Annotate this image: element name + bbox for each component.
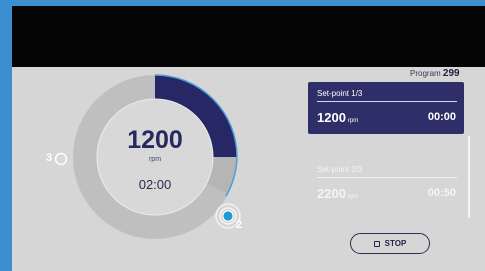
setpoint-card-2[interactable]: Set-point 2/3 2200 rpm 00:50 bbox=[308, 158, 464, 210]
app-screen: Program 299 1200 rpm 02:00 3 2 Set-point… bbox=[12, 6, 485, 271]
setpoint-2-speed-value: 2200 bbox=[317, 186, 346, 201]
setpoint-1-time: 00:00 bbox=[427, 111, 456, 123]
marker-3-label: 3 bbox=[46, 152, 53, 164]
setpoint-2-title: Set-point 2/3 bbox=[317, 165, 363, 174]
marker-2-active-icon[interactable] bbox=[222, 210, 234, 222]
setpoint-2-speed-unit: rpm bbox=[347, 194, 359, 200]
setpoint-2-divider bbox=[317, 177, 457, 178]
setpoint-1-speed: 1200 rpm bbox=[317, 110, 358, 125]
setpoint-2-speed: 2200 rpm bbox=[317, 186, 358, 201]
stop-button-label: STOP bbox=[384, 239, 407, 248]
setpoint-card-1[interactable]: Set-point 1/3 1200 rpm 00:00 bbox=[308, 82, 464, 134]
stop-button[interactable]: STOP bbox=[350, 233, 430, 254]
dial-speed-unit: rpm bbox=[148, 156, 162, 163]
dial-speed-value: 1200 bbox=[127, 126, 183, 154]
speed-dial bbox=[54, 74, 241, 239]
dial-time-value: 02:00 bbox=[138, 177, 172, 192]
marker-2-label: 2 bbox=[236, 219, 243, 231]
setpoint-2-time: 00:50 bbox=[427, 187, 456, 199]
setpoint-1-divider bbox=[317, 101, 457, 102]
setpoint-1-speed-unit: rpm bbox=[347, 118, 359, 124]
stop-icon bbox=[373, 240, 380, 247]
setpoint-1-title: Set-point 1/3 bbox=[317, 89, 363, 98]
marker-3-icon[interactable] bbox=[54, 152, 68, 166]
setpoint-1-speed-value: 1200 bbox=[317, 110, 346, 125]
setpoint-scrollbar[interactable] bbox=[468, 136, 470, 218]
